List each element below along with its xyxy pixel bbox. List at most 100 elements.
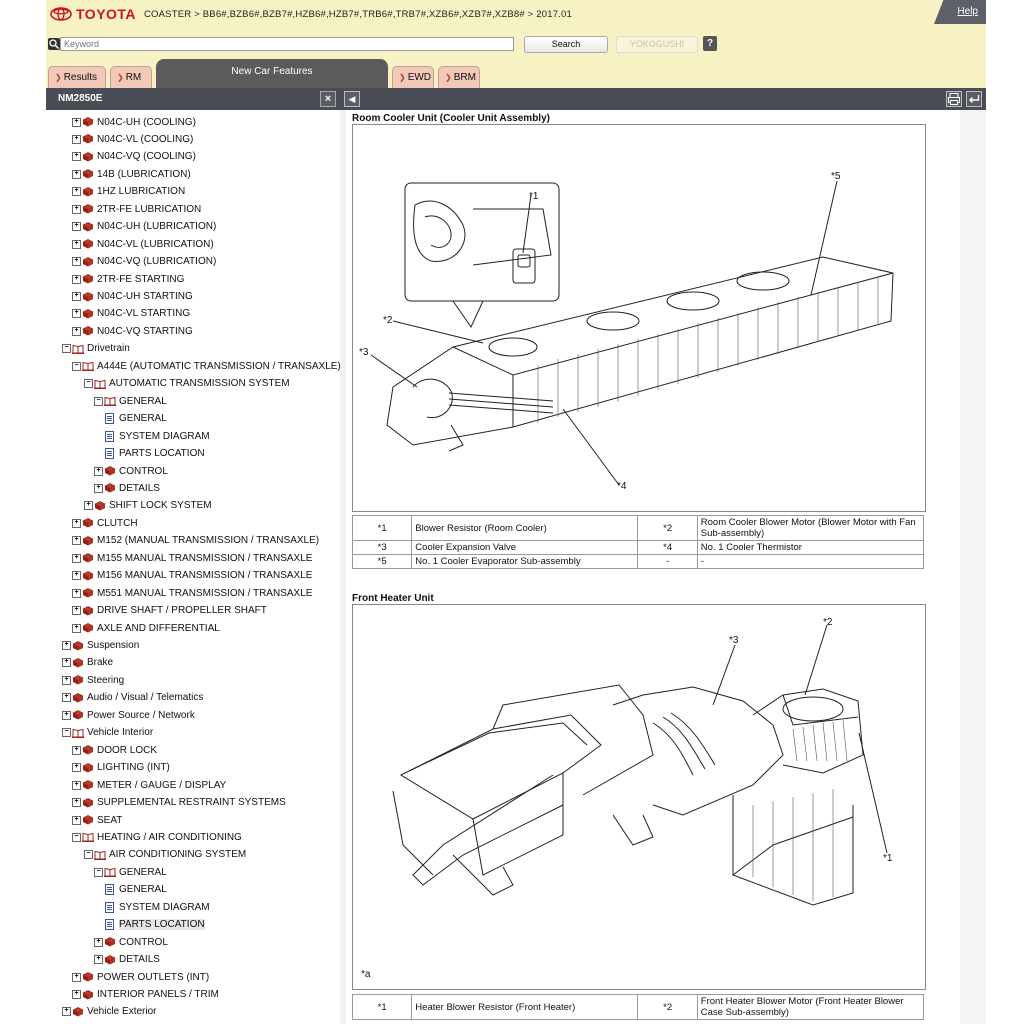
tree-item[interactable]: + M152 (MANUAL TRANSMISSION / TRANSAXLE) [72,533,319,549]
expand-icon[interactable]: + [72,536,81,546]
tree-item[interactable]: + DETAILS [94,952,160,968]
expand-icon[interactable]: + [72,798,81,808]
collapse-icon[interactable]: − [62,344,71,354]
tree-item[interactable]: − Drivetrain [62,341,130,357]
expand-icon[interactable]: + [72,117,81,127]
expand-icon[interactable]: + [62,658,71,668]
expand-icon[interactable]: + [72,257,81,267]
tree-item[interactable]: + N04C-UH (LUBRICATION) [72,219,216,235]
expand-icon[interactable]: + [72,606,81,616]
tree-item[interactable]: +2TR-FE STARTING [72,271,184,287]
tree-item[interactable]: + Audio / Visual / Telematics [62,690,203,706]
yokogushi-button[interactable]: YOKOGUSHI [616,36,698,53]
tree-item[interactable]: + METER / GAUGE / DISPLAY [72,777,226,793]
tree-item[interactable]: + Steering [62,672,124,688]
tree-item[interactable]: PARTS LOCATION [105,446,205,462]
expand-icon[interactable]: + [62,693,71,703]
collapse-icon[interactable]: − [72,361,81,371]
tab-rm[interactable]: ❯ RM [110,66,152,88]
tree-item[interactable]: + M155 MANUAL TRANSMISSION / TRANSAXLE [72,550,312,566]
tree-item[interactable]: − AIR CONDITIONING SYSTEM [84,847,246,863]
collapse-panel-icon[interactable]: ◀ [344,91,360,107]
expand-icon[interactable]: + [72,815,81,825]
tree-item[interactable]: SYSTEM DIAGRAM [105,428,210,444]
expand-icon[interactable]: + [72,972,81,982]
tree-item[interactable]: + POWER OUTLETS (INT) [72,969,209,985]
tree-item[interactable]: + N04C-VQ STARTING [72,323,193,339]
expand-icon[interactable]: + [84,501,93,511]
keyword-search-input[interactable] [60,37,514,51]
tree-item[interactable]: + INTERIOR PANELS / TRIM [72,987,219,1003]
expand-icon[interactable]: + [72,274,81,284]
expand-icon[interactable]: + [72,152,81,162]
expand-icon[interactable]: + [72,222,81,232]
tree-item[interactable]: GENERAL [105,411,167,427]
expand-icon[interactable]: + [62,641,71,650]
help-link[interactable]: Help [934,0,986,24]
tree-item[interactable]: + Power Source / Network [62,707,195,723]
expand-icon[interactable]: + [72,187,81,197]
tab-new-car-features[interactable]: New Car Features [156,59,388,88]
tree-item[interactable]: + Vehicle Exterior [62,1004,156,1020]
tree-item[interactable]: + SEAT [72,812,122,828]
tree-item[interactable]: + N04C-VQ (LUBRICATION) [72,254,216,270]
expand-icon[interactable]: + [94,937,103,947]
expand-icon[interactable]: + [72,309,81,319]
collapse-icon[interactable]: − [62,728,71,738]
tree-item[interactable]: − GENERAL [94,864,167,880]
tree-item[interactable]: + Brake [62,655,113,671]
tree-item[interactable]: GENERAL [105,882,167,898]
close-icon[interactable]: × [320,91,336,107]
expand-icon[interactable]: + [72,292,81,301]
expand-icon[interactable]: + [94,466,103,476]
tree-item[interactable]: + N04C-VL STARTING [72,306,190,322]
expand-icon[interactable]: + [62,710,71,720]
collapse-icon[interactable]: − [72,832,81,842]
tree-item[interactable]: − AUTOMATIC TRANSMISSION SYSTEM [84,376,290,392]
expand-icon[interactable]: + [94,483,103,493]
tab-results[interactable]: ❯ Results [48,66,106,88]
tree-item[interactable]: + DETAILS [94,480,160,496]
tree-item[interactable]: + DRIVE SHAFT / PROPELLER SHAFT [72,603,267,619]
help-question-icon[interactable]: ? [703,36,717,51]
tree-item[interactable]: + DOOR LOCK [72,742,157,758]
scrollbar[interactable] [960,110,986,1024]
tab-ewd[interactable]: ❯ EWD [392,66,434,88]
tree-item[interactable]: + AXLE AND DIFFERENTIAL [72,620,220,636]
collapse-icon[interactable]: − [84,850,93,860]
tree-item[interactable]: + SHIFT LOCK SYSTEM [84,498,212,514]
tree-item[interactable]: +14B (LUBRICATION) [72,166,191,182]
expand-icon[interactable]: + [72,204,81,214]
tree-item[interactable]: − A444E (AUTOMATIC TRANSMISSION / TRANSAX… [72,358,340,374]
tree-item[interactable]: + N04C-VL (COOLING) [72,131,193,147]
tree-item[interactable]: + N04C-UH STARTING [72,289,193,305]
collapse-icon[interactable]: − [84,379,93,389]
expand-icon[interactable]: + [62,675,71,685]
tree-item[interactable]: − Vehicle Interior [62,725,153,741]
print-icon[interactable] [946,91,962,107]
tree-item[interactable]: − GENERAL [94,393,167,409]
tree-item[interactable]: + SUPPLEMENTAL RESTRAINT SYSTEMS [72,795,286,811]
collapse-icon[interactable]: − [94,867,103,877]
return-icon[interactable] [966,91,982,107]
tab-brm[interactable]: ❯ BRM [438,66,480,88]
tree-item[interactable]: − HEATING / AIR CONDITIONING [72,829,242,845]
expand-icon[interactable]: + [72,623,81,633]
tree-item[interactable]: +1HZ LUBRICATION [72,184,185,200]
tree-item[interactable]: +2TR-FE LUBRICATION [72,201,201,217]
tree-item[interactable]: PARTS LOCATION [105,917,205,933]
expand-icon[interactable]: + [72,518,81,528]
expand-icon[interactable]: + [72,571,81,581]
tree-item[interactable]: + M551 MANUAL TRANSMISSION / TRANSAXLE [72,585,312,601]
expand-icon[interactable]: + [72,763,81,773]
tree-item[interactable]: + Suspension [62,638,139,654]
expand-icon[interactable]: + [72,553,81,563]
collapse-icon[interactable]: − [94,396,103,406]
expand-icon[interactable]: + [72,134,81,144]
tree-item[interactable]: SYSTEM DIAGRAM [105,899,210,915]
expand-icon[interactable]: + [72,990,81,999]
tree-item[interactable]: + M156 MANUAL TRANSMISSION / TRANSAXLE [72,568,312,584]
tree-item[interactable]: + N04C-VQ (COOLING) [72,149,196,165]
tree-item[interactable]: + N04C-VL (LUBRICATION) [72,236,214,252]
tree-item[interactable]: + LIGHTING (INT) [72,760,170,776]
